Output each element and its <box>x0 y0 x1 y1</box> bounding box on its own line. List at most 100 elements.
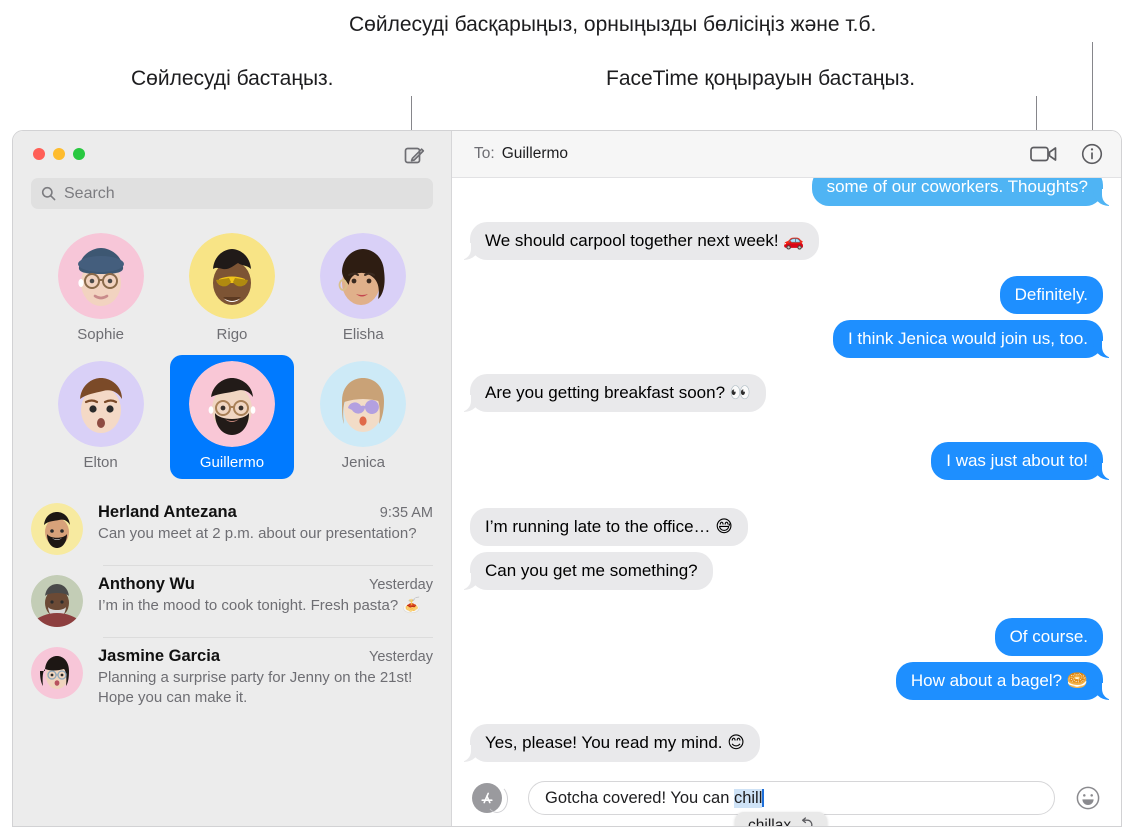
search-input[interactable]: Search <box>31 178 433 209</box>
search-icon <box>41 186 56 201</box>
message-bubble-incoming[interactable]: Yes, please! You read my mind. 😊 <box>460 724 760 762</box>
message-row: I was just about to! <box>470 442 1113 480</box>
avatar-jasmine <box>31 647 83 699</box>
conversation-preview: Can you meet at 2 p.m. about our present… <box>98 525 417 542</box>
zoom-button[interactable] <box>73 148 85 160</box>
message-bubble-outgoing[interactable]: Of course. <box>994 618 1103 656</box>
pinned-label: Rigo <box>216 326 248 343</box>
conversation-content: Anthony Wu Yesterday I’m in the mood to … <box>98 575 433 627</box>
info-icon[interactable] <box>1081 143 1103 165</box>
conversation-time: Yesterday <box>369 649 433 665</box>
avatar-elton <box>57 361 144 447</box>
thread-spacer <box>470 706 1103 724</box>
screenshot-root: Сөйлесуді басқарыңыз, орныңызды бөлісіңі… <box>0 0 1133 827</box>
minimize-button[interactable] <box>53 148 65 160</box>
pinned-label: Elton <box>83 454 118 471</box>
avatar-guillermo <box>188 361 275 447</box>
recipient-name[interactable]: Guillermo <box>502 145 568 163</box>
message-bubble-incoming[interactable]: I’m running late to the office… 😅 <box>470 508 748 546</box>
thread-spacer <box>470 364 1103 374</box>
callout-start-conversation: Сөйлесуді бастаңыз. <box>131 67 334 90</box>
close-button[interactable] <box>33 148 45 160</box>
message-row: Definitely. <box>470 276 1103 314</box>
avatar-herland <box>31 503 83 555</box>
header-actions <box>1030 143 1103 165</box>
pinned-item-jenica[interactable]: Jenica <box>301 355 425 479</box>
conversation-row-herland[interactable]: Herland Antezana 9:35 AM Can you meet at… <box>13 493 451 565</box>
titlebar <box>13 131 451 178</box>
to-label: To: <box>474 145 495 162</box>
conversation-name: Jasmine Garcia <box>98 647 220 665</box>
message-bubble-outgoing[interactable]: How about a bagel? 🥯 <box>895 662 1114 700</box>
callout-manage-conversation: Сөйлесуді басқарыңыз, орныңызды бөлісіңі… <box>349 13 877 36</box>
avatar-anthony <box>31 575 83 627</box>
message-composer: Gotcha covered! You can chill chillax <box>452 770 1121 826</box>
message-bubble-incoming[interactable]: Are you getting breakfast soon? 👀 <box>460 374 766 412</box>
autocomplete-word: chillax <box>748 817 792 827</box>
app-store-icon[interactable] <box>472 783 508 813</box>
autocomplete-suggestion[interactable]: chillax <box>735 812 828 827</box>
conversation-pane: To: Guillermo some of our coworkers. Tho… <box>451 131 1121 826</box>
message-row: I’m running late to the office… 😅 <box>470 508 1103 546</box>
leader-line-facetime <box>1036 96 1037 134</box>
message-row: Are you getting breakfast soon? 👀 <box>460 374 1103 412</box>
video-camera-icon[interactable] <box>1030 144 1057 164</box>
message-row: We should carpool together next week! 🚗 <box>459 222 1103 260</box>
conversation-header: Herland Antezana 9:35 AM <box>98 503 433 522</box>
pinned-label: Sophie <box>77 326 125 343</box>
conversation-content: Herland Antezana 9:35 AM Can you meet at… <box>98 503 433 555</box>
conversation-time: Yesterday <box>369 577 433 593</box>
message-bubble-outgoing[interactable]: I think Jenica would join us, too. <box>832 320 1114 358</box>
avatar-elisha <box>320 233 407 319</box>
message-bubble-incoming[interactable]: Can you get me something? <box>460 552 713 590</box>
message-thread[interactable]: some of our coworkers. Thoughts? We shou… <box>452 178 1121 770</box>
message-input[interactable]: Gotcha covered! You can chill <box>528 781 1055 815</box>
typed-text-selection: chill <box>733 788 763 808</box>
pinned-item-sophie[interactable]: Sophie <box>39 227 163 351</box>
message-row: How about a bagel? 🥯 <box>470 662 1114 700</box>
conversation-header: Jasmine Garcia Yesterday <box>98 647 433 666</box>
thread-spacer <box>470 212 1103 222</box>
avatar-sophie <box>57 233 144 319</box>
message-bubble-incoming[interactable]: We should carpool together next week! 🚗 <box>459 222 820 260</box>
pinned-label: Guillermo <box>199 454 265 471</box>
message-row: Yes, please! You read my mind. 😊 <box>460 724 1103 762</box>
avatar-rigo <box>188 233 275 319</box>
conversation-preview: Planning a surprise party for Jenny on t… <box>98 669 413 706</box>
pinned-item-guillermo[interactable]: Guillermo <box>169 355 294 479</box>
conversation-header: Anthony Wu Yesterday <box>98 575 433 594</box>
undo-arrow-icon[interactable] <box>800 817 814 826</box>
message-bubble-outgoing[interactable]: some of our coworkers. Thoughts? <box>811 178 1114 206</box>
callout-start-facetime: FaceTime қоңырауын бастаңыз. <box>606 67 916 90</box>
search-container: Search <box>13 178 451 209</box>
pinned-label: Jenica <box>341 454 385 471</box>
messages-window: Search Sophie Rigo Elisha Elton Guillerm… <box>12 130 1122 827</box>
search-placeholder: Search <box>64 184 115 202</box>
message-row: I think Jenica would join us, too. <box>470 320 1114 358</box>
conversation-content: Jasmine Garcia Yesterday Planning a surp… <box>98 647 433 708</box>
avatar-jenica <box>320 361 407 447</box>
pinned-item-elisha[interactable]: Elisha <box>301 227 425 351</box>
typed-text-prefix: Gotcha covered! You can <box>545 788 734 807</box>
conversation-list: Herland Antezana 9:35 AM Can you meet at… <box>13 493 451 826</box>
message-bubble-outgoing[interactable]: Definitely. <box>999 276 1103 314</box>
conversation-header-bar: To: Guillermo <box>452 131 1121 178</box>
window-controls <box>33 148 85 160</box>
thread-spacer <box>470 486 1103 508</box>
conversation-row-jasmine[interactable]: Jasmine Garcia Yesterday Planning a surp… <box>13 637 451 718</box>
pinned-item-rigo[interactable]: Rigo <box>170 227 294 351</box>
thread-spacer <box>470 418 1103 442</box>
smiley-icon[interactable] <box>1075 785 1101 811</box>
message-row: Of course. <box>470 618 1103 656</box>
conversation-row-anthony[interactable]: Anthony Wu Yesterday I’m in the mood to … <box>13 565 451 637</box>
leader-line-manage <box>1092 42 1093 134</box>
pinned-conversations: Sophie Rigo Elisha Elton Guillermo Jenic… <box>13 209 451 485</box>
compose-icon[interactable] <box>401 142 427 168</box>
thread-spacer <box>470 266 1103 276</box>
sidebar: Search Sophie Rigo Elisha Elton Guillerm… <box>13 131 451 826</box>
message-bubble-outgoing[interactable]: I was just about to! <box>931 442 1113 480</box>
pinned-item-elton[interactable]: Elton <box>39 355 163 479</box>
conversation-name: Herland Antezana <box>98 503 237 521</box>
conversation-time: 9:35 AM <box>379 505 433 521</box>
text-caret <box>762 789 765 807</box>
